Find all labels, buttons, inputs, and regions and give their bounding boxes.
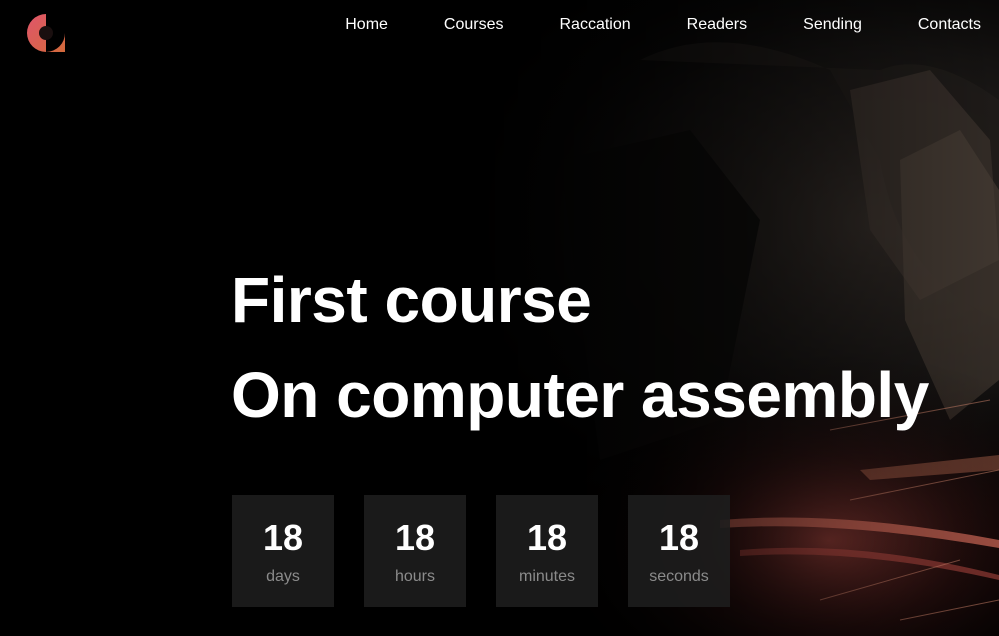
countdown-value: 18 [658,517,700,558]
nav-item-sending[interactable]: Sending [803,15,862,35]
countdown-unit: days [266,568,300,585]
hero-section: Home Courses Raccation Readers Sending C… [0,0,999,636]
main-nav: Home Courses Raccation Readers Sending C… [345,15,981,35]
hero-title-line2: On computer assembly [231,359,929,431]
countdown-value: 18 [526,517,568,558]
brand-logo-icon[interactable] [26,13,66,53]
countdown-minutes: 18 minutes [496,495,598,607]
nav-item-home[interactable]: Home [345,15,388,35]
nav-item-readers[interactable]: Readers [687,15,747,35]
countdown-hours: 18 hours [364,495,466,607]
countdown-unit: seconds [649,568,709,585]
nav-item-courses[interactable]: Courses [444,15,504,35]
nav-item-contacts[interactable]: Contacts [918,15,981,35]
nav-item-raccation[interactable]: Raccation [560,15,631,35]
countdown-days: 18 days [232,495,334,607]
hero-title: First course On computer assembly [231,264,929,431]
countdown-value: 18 [394,517,436,558]
countdown-unit: hours [394,568,436,585]
countdown-value: 18 [262,517,304,558]
countdown-timer: 18 days 18 hours 18 minutes 18 seconds [232,495,730,607]
countdown-seconds: 18 seconds [628,495,730,607]
countdown-unit: minutes [518,568,576,585]
hero-title-line1: First course [231,264,592,336]
